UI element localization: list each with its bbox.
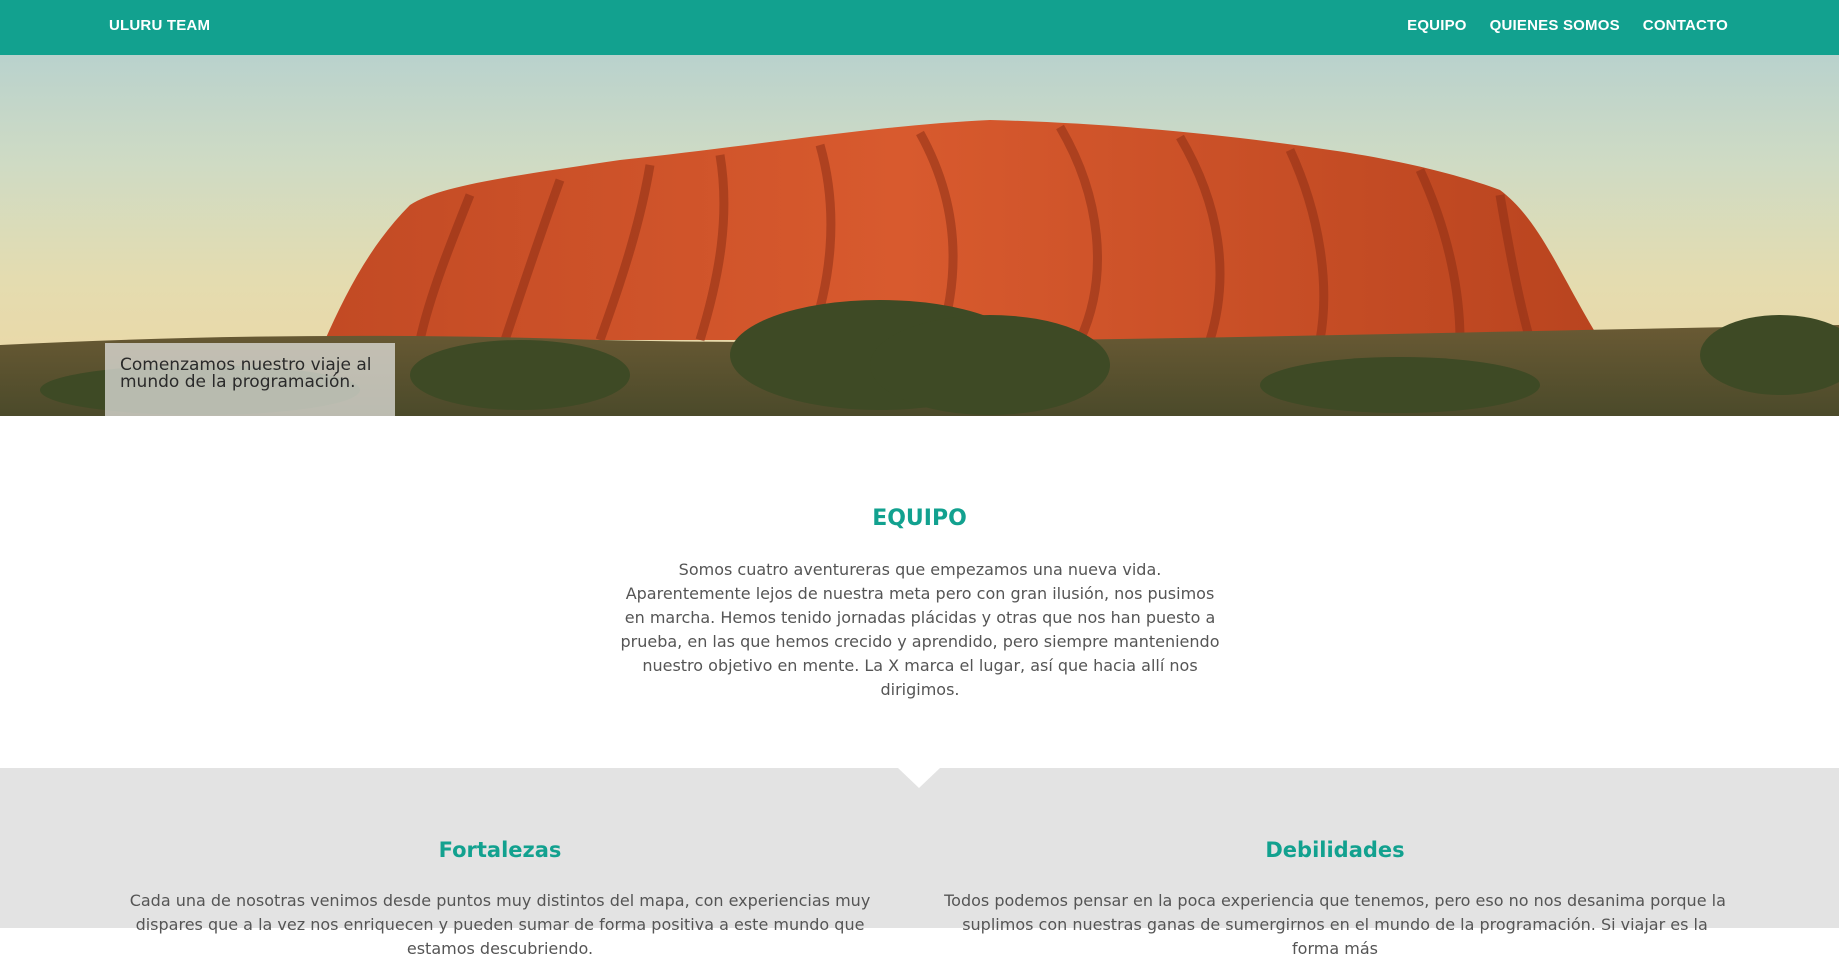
hero-caption: Comenzamos nuestro viaje al mundo de la … — [105, 343, 395, 416]
nav-links: EQUIPO QUIENES SOMOS CONTACTO — [1407, 17, 1728, 34]
strengths-weaknesses-section: Fortalezas Cada una de nosotras venimos … — [0, 768, 1839, 958]
brand-logo-link[interactable]: ULURU TEAM — [109, 17, 210, 34]
team-title: EQUIPO — [872, 506, 967, 531]
weaknesses-title: Debilidades — [1265, 838, 1405, 862]
nav-link-quienes-somos[interactable]: QUIENES SOMOS — [1490, 17, 1620, 34]
nav-link-equipo[interactable]: EQUIPO — [1407, 17, 1467, 34]
navbar: ULURU TEAM EQUIPO QUIENES SOMOS CONTACTO — [0, 0, 1839, 55]
strengths-text: Cada una de nosotras venimos desde punto… — [129, 891, 871, 958]
weaknesses-text: Todos podemos pensar en la poca experien… — [944, 891, 1726, 958]
section-arrow-notch — [898, 768, 940, 788]
team-section: EQUIPO Somos cuatro aventureras que empe… — [0, 416, 1839, 768]
team-description: Somos cuatro aventureras que empezamos u… — [620, 560, 1220, 699]
hero-banner: Comenzamos nuestro viaje al mundo de la … — [0, 55, 1839, 416]
strengths-title: Fortalezas — [438, 838, 562, 862]
nav-link-contacto[interactable]: CONTACTO — [1643, 17, 1728, 34]
